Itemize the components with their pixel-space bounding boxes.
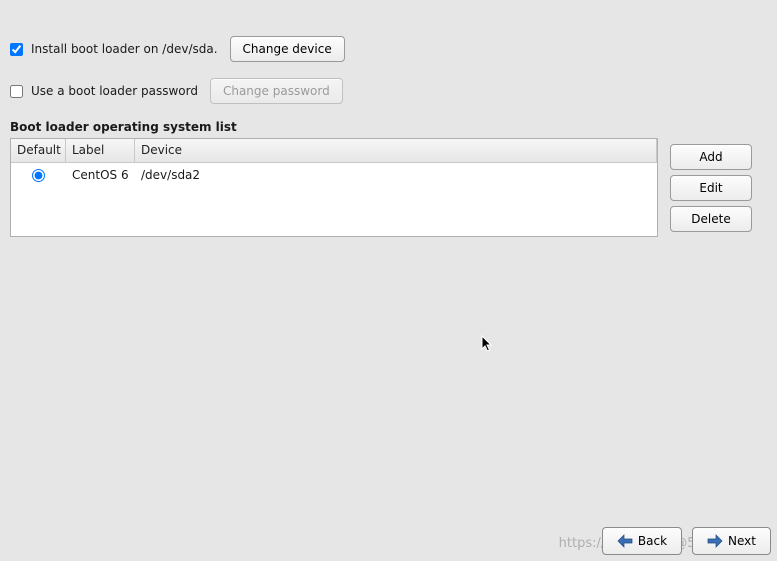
header-default[interactable]: Default [11, 139, 66, 162]
install-bootloader-checkbox[interactable] [10, 43, 23, 56]
header-device[interactable]: Device [135, 139, 657, 162]
delete-button[interactable]: Delete [670, 206, 752, 232]
next-button-label: Next [728, 534, 756, 548]
table-row[interactable]: CentOS 6 /dev/sda2 [11, 163, 657, 187]
back-button-label: Back [638, 534, 667, 548]
row-default-cell [11, 166, 66, 185]
arrow-right-icon [707, 534, 723, 548]
use-password-checkbox[interactable] [10, 85, 23, 98]
change-device-button[interactable]: Change device [230, 36, 345, 62]
next-button[interactable]: Next [692, 527, 771, 555]
edit-button[interactable]: Edit [670, 175, 752, 201]
row-label-cell: CentOS 6 [66, 165, 135, 185]
os-list-header: Default Label Device [11, 139, 657, 163]
os-list-table: Default Label Device CentOS 6 /dev/sda2 [10, 138, 658, 237]
change-password-button[interactable]: Change password [210, 78, 343, 104]
back-button[interactable]: Back [602, 527, 682, 555]
add-button[interactable]: Add [670, 144, 752, 170]
default-os-radio[interactable] [32, 169, 45, 182]
arrow-left-icon [617, 534, 633, 548]
install-bootloader-label: Install boot loader on /dev/sda. [31, 42, 218, 56]
use-password-row: Use a boot loader password Change passwo… [10, 78, 767, 104]
os-list-title: Boot loader operating system list [10, 120, 767, 134]
use-password-label: Use a boot loader password [31, 84, 198, 98]
install-bootloader-row: Install boot loader on /dev/sda. Change … [10, 36, 767, 62]
os-list-side-buttons: Add Edit Delete [670, 138, 752, 237]
footer-nav: Back Next [602, 527, 771, 555]
mouse-cursor-icon [481, 335, 495, 353]
row-device-cell: /dev/sda2 [135, 165, 657, 185]
header-label[interactable]: Label [66, 139, 135, 162]
